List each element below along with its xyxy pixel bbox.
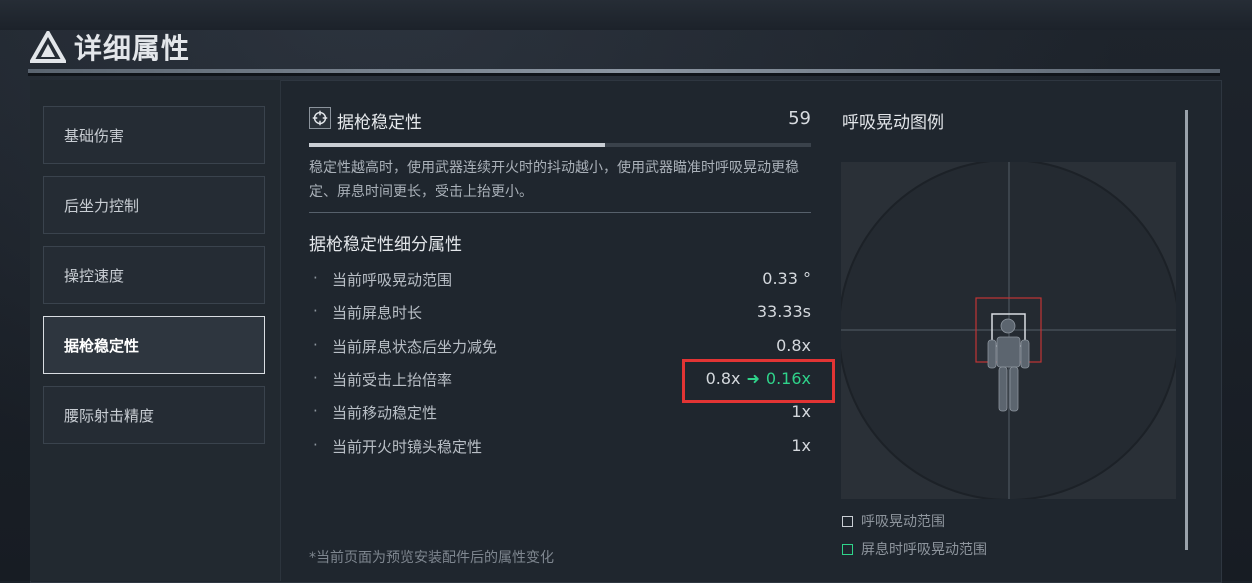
sidebar-item-recoil-control[interactable]: 后坐力控制: [43, 176, 265, 234]
legend-title: 呼吸晃动图例: [842, 113, 944, 133]
sway-diagram-graphic: [841, 162, 1176, 499]
bullet: ·: [313, 336, 318, 354]
stat-value: 59: [788, 108, 811, 129]
bullet: ·: [313, 436, 318, 454]
attr-label: 当前移动稳定性: [332, 404, 438, 422]
footnote: *当前页面为预览安装配件后的属性变化: [309, 550, 554, 566]
stat-bar-fill: [309, 143, 606, 147]
crosshair-icon: [309, 107, 331, 129]
title-divider-shadow: [28, 73, 1220, 76]
scrollbar-thumb[interactable]: [1185, 110, 1188, 550]
attr-label: 当前屏息时长: [332, 304, 423, 322]
attr-label: 当前呼吸晃动范围: [332, 271, 453, 289]
attr-label: 当前受击上抬倍率: [332, 371, 453, 389]
sidebar-item-hipfire-accuracy[interactable]: 腰际射击精度: [43, 386, 265, 444]
legend-square-icon: [842, 515, 853, 527]
highlight-box: [682, 359, 835, 403]
legend-item-breath-range: 呼吸晃动范围: [842, 511, 945, 531]
top-bar: [0, 0, 1252, 30]
attr-value: 0.8x: [776, 336, 811, 355]
attr-row-movement-stability: · 当前移动稳定性 1x: [313, 402, 811, 426]
attr-row-hold-breath-recoil: · 当前屏息状态后坐力减免 0.8x: [313, 336, 811, 360]
stat-header: 据枪稳定性 59: [309, 107, 811, 135]
sidebar-item-aim-stability[interactable]: 据枪稳定性: [43, 316, 265, 374]
legend-square-icon: [842, 543, 853, 555]
bullet: ·: [313, 302, 318, 320]
sidebar-item-handling-speed[interactable]: 操控速度: [43, 246, 265, 304]
page-title: 详细属性: [74, 32, 191, 65]
logo-icon: [30, 31, 66, 63]
legend-item-hold-breath-range: 屏息时呼吸晃动范围: [842, 539, 987, 559]
header: 详细属性: [30, 27, 190, 67]
stat-description: 稳定性越高时，使用武器连续开火时的抖动越小，使用武器瞄准时呼吸晃动更稳定、屏息时…: [309, 160, 799, 200]
attr-value: 0.33 °: [762, 269, 811, 288]
sidebar-item-base-damage[interactable]: 基础伤害: [43, 106, 265, 164]
attr-label: 当前开火时镜头稳定性: [332, 438, 483, 456]
attr-label: 当前屏息状态后坐力减免: [332, 338, 498, 356]
attr-row-hold-breath-duration: · 当前屏息时长 33.33s: [313, 302, 811, 326]
legend-label: 呼吸晃动范围: [861, 514, 945, 530]
attr-row-camera-stability: · 当前开火时镜头稳定性 1x: [313, 436, 811, 460]
attr-value: 1x: [791, 402, 811, 421]
attr-row-breath-range: · 当前呼吸晃动范围 0.33 °: [313, 269, 811, 293]
attr-value: 33.33s: [756, 302, 811, 321]
bullet: ·: [313, 369, 318, 387]
attr-value: 1x: [791, 436, 811, 455]
stat-name: 据枪稳定性: [337, 113, 422, 133]
breath-sway-diagram: [841, 162, 1176, 499]
description-divider: [309, 212, 811, 213]
legend-label: 屏息时呼吸晃动范围: [861, 542, 987, 558]
bullet: ·: [313, 269, 318, 287]
breakdown-title: 据枪稳定性细分属性: [309, 235, 462, 255]
bullet: ·: [313, 402, 318, 420]
stat-bar: [309, 143, 811, 147]
